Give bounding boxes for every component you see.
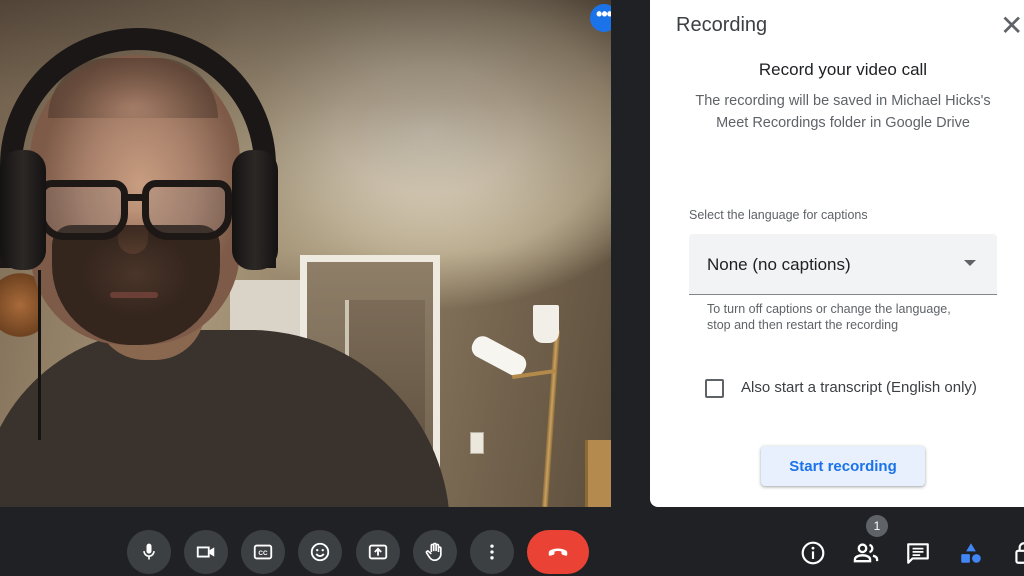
meeting-details-button[interactable] — [797, 537, 829, 569]
lock-icon — [1015, 542, 1024, 564]
video-more-options-button[interactable]: ••• — [590, 4, 611, 32]
activities-button[interactable] — [955, 537, 987, 569]
more-options-icon — [490, 544, 494, 560]
participant-person — [0, 0, 611, 507]
end-call-button[interactable] — [527, 530, 589, 574]
reactions-button[interactable] — [298, 530, 342, 574]
participants-count-badge: 1 — [866, 515, 888, 537]
dropdown-arrow-icon — [964, 260, 976, 266]
caption-hint: To turn off captions or change the langu… — [707, 302, 951, 332]
svg-text:CC: CC — [258, 550, 268, 557]
transcript-checkbox[interactable] — [705, 379, 724, 398]
info-icon — [801, 541, 825, 565]
chat-icon — [907, 543, 929, 564]
caption-language-value: None (no captions) — [707, 255, 851, 274]
more-options-button[interactable] — [470, 530, 514, 574]
raise-hand-button[interactable] — [413, 530, 457, 574]
people-icon — [853, 543, 879, 563]
activities-icon — [961, 543, 981, 563]
headphones-cup-right — [232, 150, 278, 270]
present-icon — [368, 544, 388, 560]
participant-video[interactable]: ••• — [0, 0, 611, 507]
recording-panel: Recording ✕ Record your video call The r… — [650, 0, 1024, 507]
headphones-cable — [38, 270, 41, 440]
host-controls-button[interactable] — [1008, 537, 1024, 569]
microphone-icon — [143, 543, 155, 560]
transcript-label[interactable]: Also start a transcript (English only) — [741, 379, 977, 396]
microphone-button[interactable] — [127, 530, 171, 574]
meet-window: ••• Recording ✕ Record your video call T… — [0, 0, 1024, 576]
captions-button[interactable]: CC — [241, 530, 285, 574]
recording-heading: Record your video call — [758, 60, 928, 79]
headphones-cup-left — [0, 150, 46, 270]
end-call-icon — [548, 548, 568, 556]
close-icon[interactable]: ✕ — [1000, 12, 1024, 40]
control-bar: CC 1 — [0, 507, 1024, 576]
captions-icon: CC — [253, 544, 273, 560]
chat-button[interactable] — [902, 537, 934, 569]
recording-description: The recording will be saved in Michael H… — [695, 93, 991, 131]
shirt — [0, 330, 450, 507]
caption-language-label: Select the language for captions — [689, 208, 868, 222]
mouth — [110, 292, 158, 298]
panel-title: Recording — [676, 14, 768, 36]
raise-hand-icon — [425, 542, 442, 562]
camera-button[interactable] — [184, 530, 228, 574]
present-button[interactable] — [356, 530, 400, 574]
caption-language-select[interactable]: None (no captions) — [689, 234, 997, 295]
start-recording-button[interactable]: Start recording — [761, 446, 925, 486]
camera-icon — [196, 546, 215, 558]
more-dots-icon: ••• — [596, 4, 611, 24]
emoji-icon — [310, 542, 330, 562]
participants-button[interactable] — [850, 537, 882, 569]
